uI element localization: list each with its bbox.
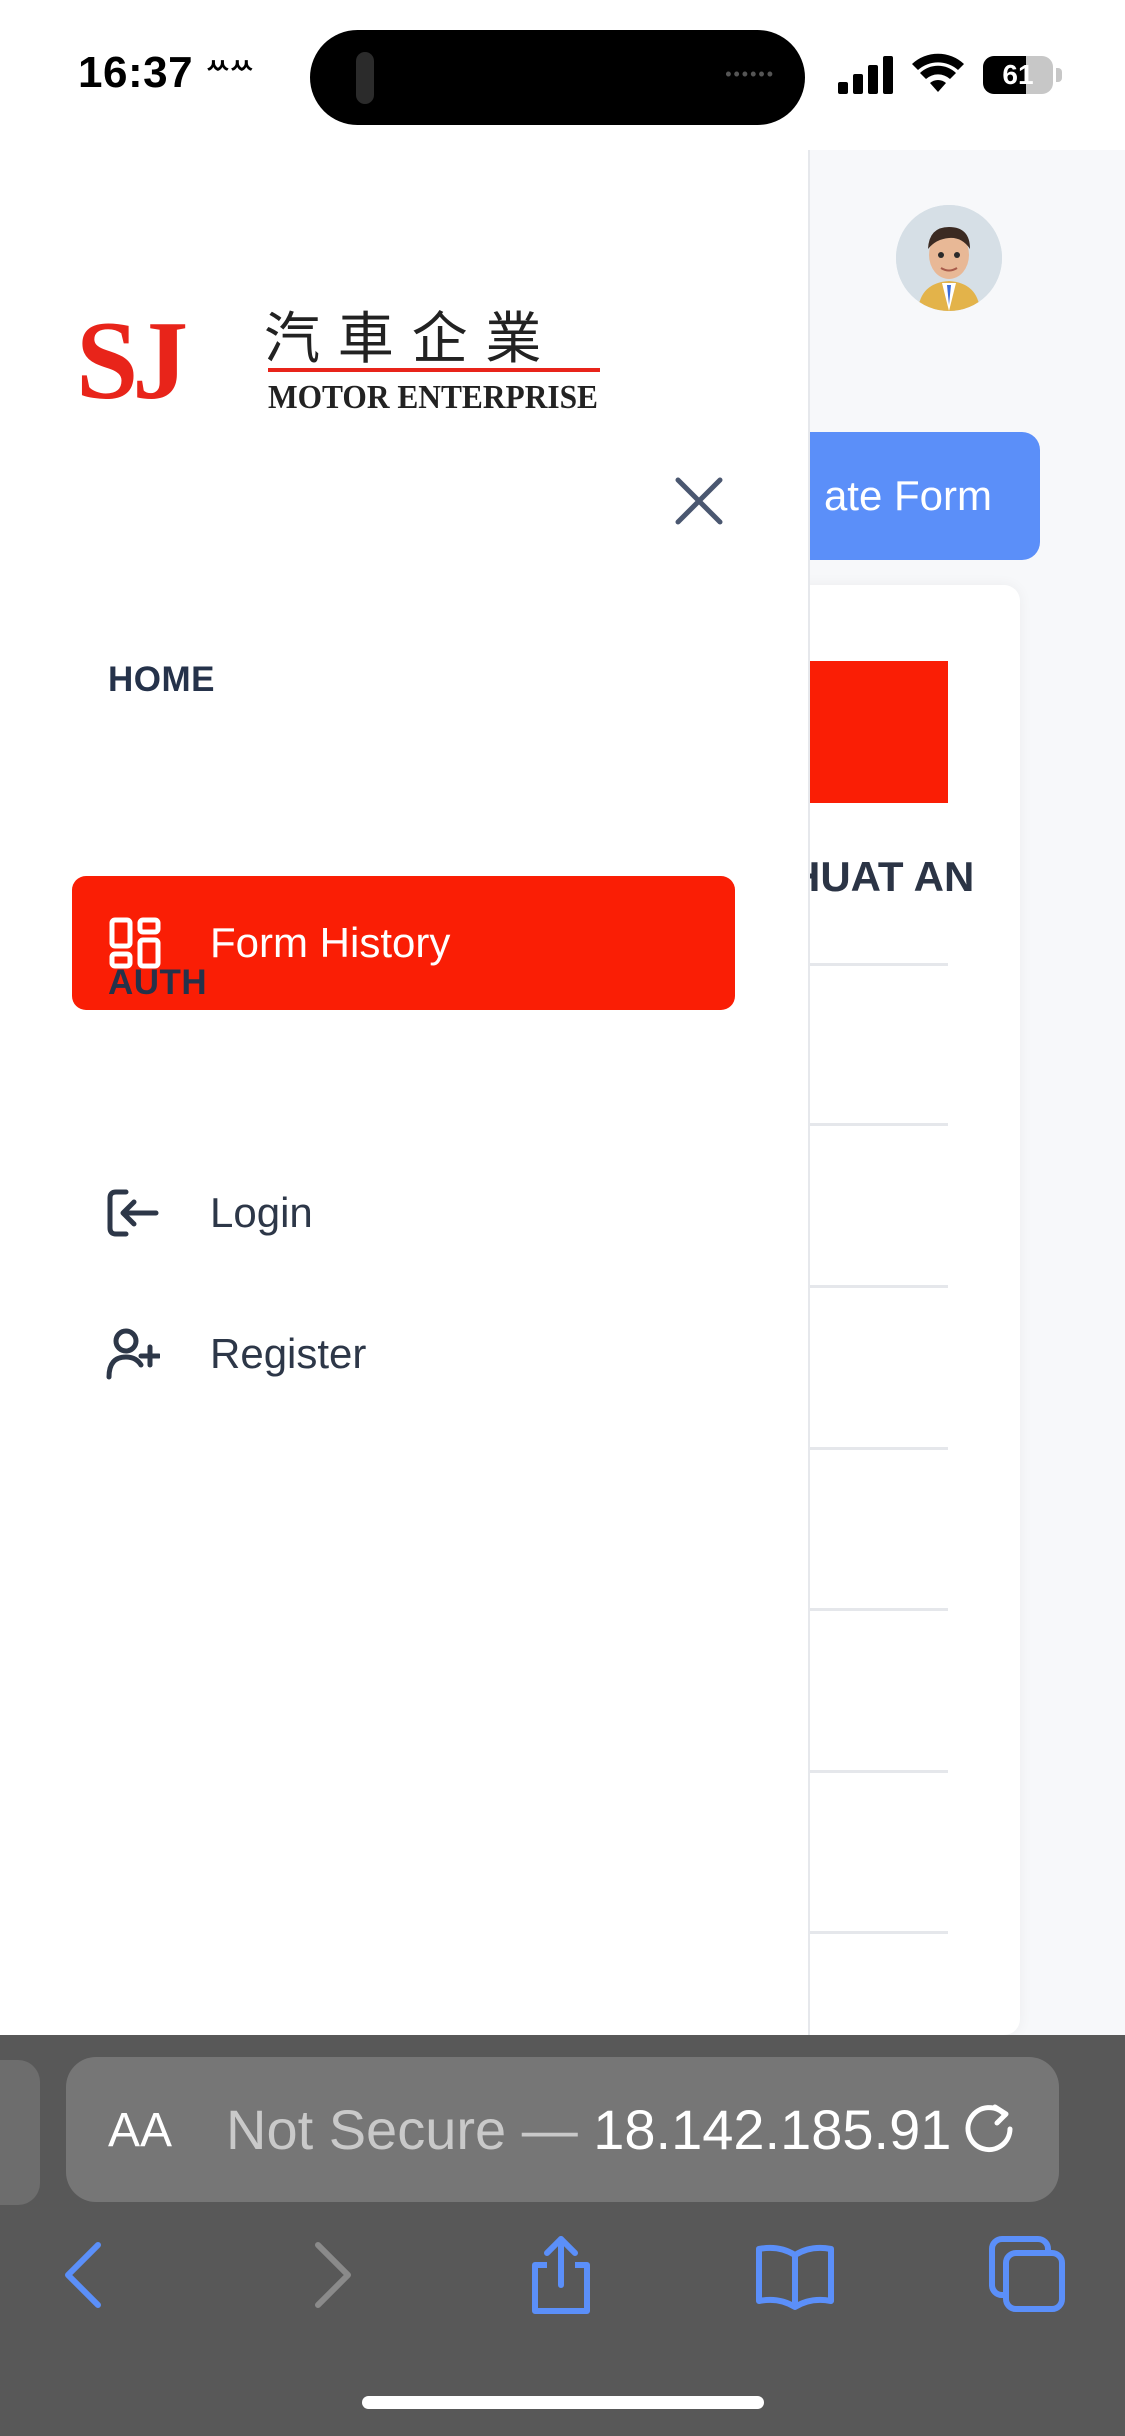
url-host: 18.142.185.91 [593, 2098, 952, 2161]
reload-icon[interactable] [959, 2099, 1019, 2159]
home-indicator[interactable] [362, 2396, 764, 2409]
logo-brand-mark: SJ [76, 300, 185, 410]
dashboard-icon [109, 917, 161, 969]
login-icon [107, 1189, 159, 1237]
camera-icon [356, 52, 374, 104]
wifi-icon [912, 53, 964, 92]
dynamic-island: •••••• [310, 30, 805, 125]
card-title: HUAT AN [790, 853, 975, 900]
signal-icon [838, 56, 893, 94]
tabs-icon[interactable] [988, 2235, 1068, 2315]
status-time: 16:37 [78, 48, 194, 97]
logo-english-name: MOTOR ENTERPRISE [268, 379, 598, 410]
share-icon[interactable] [521, 2235, 601, 2315]
user-plus-icon [106, 1328, 160, 1380]
nav-label-register: Register [210, 1330, 367, 1377]
status-bar: 16:37 ᄊᄊ •••••• 61 [0, 0, 1125, 150]
section-title-home: HOME [108, 660, 215, 699]
reader-settings-button[interactable]: AA [108, 2103, 172, 2158]
nav-label-form-history: Form History [210, 919, 451, 966]
address-bar[interactable]: AA Not Secure — 18.142.185.91 [66, 2057, 1059, 2202]
battery-level: 61 [1002, 59, 1034, 90]
side-drawer: SJ 汽 車 企 業 MOTOR ENTERPRISE HOME Form Hi… [0, 150, 810, 2035]
avatar-image [896, 205, 1002, 311]
browser-toolbar: AA Not Secure — 18.142.185.91 [0, 2035, 1125, 2436]
nav-item-login[interactable]: Login [72, 1165, 735, 1265]
logo-chinese-name: 汽 車 企 業 [264, 307, 541, 372]
nav-item-register[interactable]: Register [72, 1306, 735, 1406]
logo-underline [268, 368, 600, 372]
address-text: Not Secure — 18.142.185.91 [226, 2097, 951, 2162]
company-logo: SJ 汽 車 企 業 MOTOR ENTERPRISE [76, 300, 600, 410]
section-title-auth: AUTH [108, 963, 208, 1002]
security-warning: Not Secure — [226, 2098, 594, 2161]
previous-tab-edge[interactable] [0, 2060, 40, 2205]
bookmarks-icon[interactable] [755, 2235, 835, 2315]
close-icon[interactable] [670, 472, 728, 530]
nav-label-login: Login [210, 1189, 313, 1236]
user-avatar[interactable] [896, 205, 1002, 311]
back-icon[interactable] [48, 2235, 128, 2315]
status-extra-icon: ᄊᄊ [206, 57, 254, 87]
forward-icon[interactable] [288, 2235, 368, 2315]
battery-icon: 61 [983, 56, 1063, 94]
island-dots: •••••• [725, 64, 775, 84]
